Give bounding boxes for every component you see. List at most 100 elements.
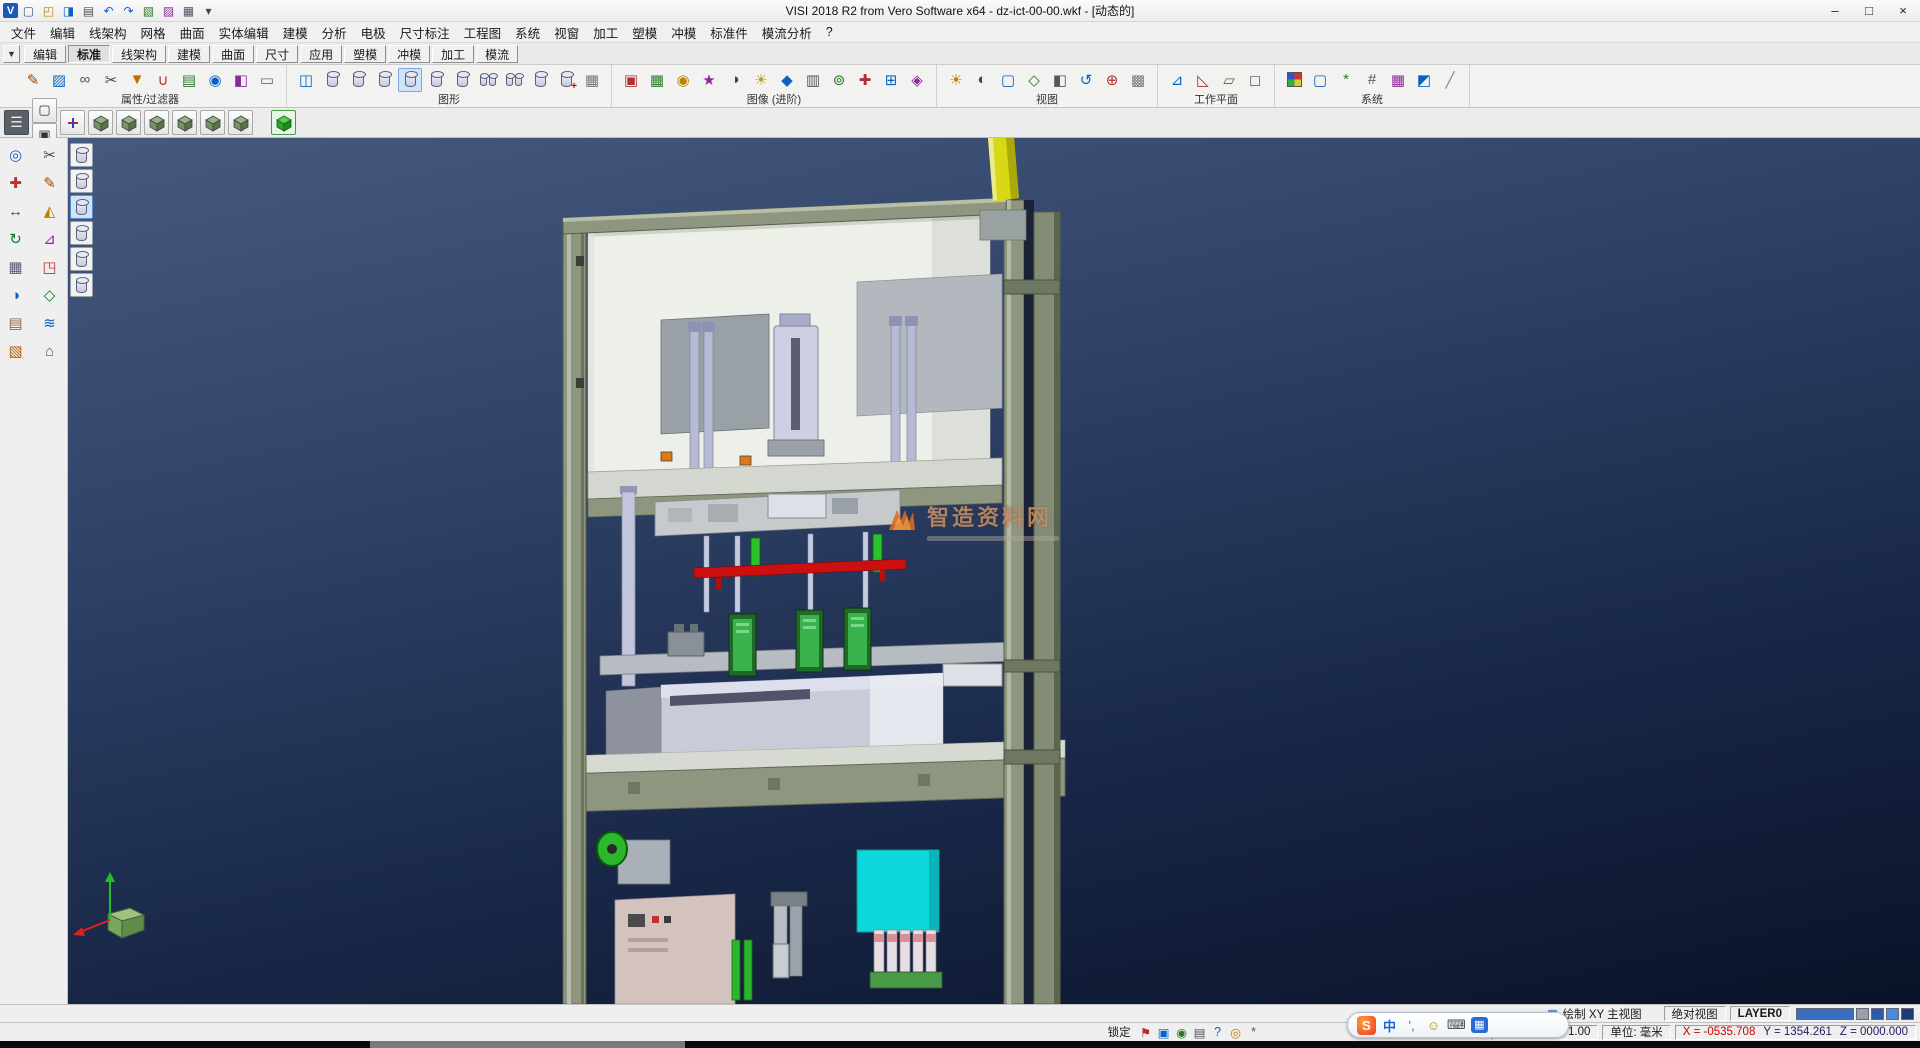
redo-icon[interactable]: ↷ [119,2,138,20]
scissors-icon[interactable]: ✂ [37,143,63,167]
eraser-icon[interactable]: ▭ [255,68,279,92]
display-mode-button-1[interactable] [70,143,93,167]
layer-color-swatch[interactable] [1886,1008,1899,1020]
image-icon[interactable]: ▦ [645,68,669,92]
display-mode-button-4[interactable] [70,221,93,245]
pencil-slant-icon[interactable]: ╱ [1438,68,1462,92]
rotate-view-icon[interactable]: ↺ [1074,68,1098,92]
cylinder-pair-icon[interactable] [476,68,500,92]
color-grid-icon[interactable] [1282,68,1306,92]
layer-color-swatch[interactable] [1856,1008,1869,1020]
rows-icon[interactable]: ▥ [801,68,825,92]
menu-item-5[interactable]: 曲面 [173,21,212,44]
save-file-icon[interactable]: ◨ [59,2,78,20]
cylinder-icon[interactable] [528,68,552,92]
star-icon[interactable]: ★ [697,68,721,92]
ime-toolbar[interactable]: S 中 ’,☺⌨▦ [1347,1012,1569,1038]
view-cube-button-4[interactable] [172,110,197,135]
printer-icon[interactable]: ▤ [1191,1024,1209,1040]
tab-2[interactable]: 标准 [68,45,110,63]
home-icon[interactable]: ⌂ [37,339,63,363]
tab-8[interactable]: 塑模 [344,45,386,63]
cylinder-icon[interactable] [372,68,396,92]
menu-item-15[interactable]: 塑模 [625,21,664,44]
print-icon[interactable]: ▤ [79,2,98,20]
layer-cell[interactable]: LAYER0 [1730,1006,1790,1021]
menu-item-4[interactable]: 网格 [134,21,173,44]
menu-item-17[interactable]: 标准件 [703,21,755,44]
view-cube-button-1[interactable] [88,110,113,135]
tab-3[interactable]: 线架构 [112,45,166,63]
menu-item-14[interactable]: 加工 [586,21,625,44]
image-icon[interactable]: ▣ [1155,1024,1173,1040]
menu-item-7[interactable]: 建模 [276,21,315,44]
maximize-button[interactable]: □ [1852,0,1886,21]
menu-item-2[interactable]: 编辑 [43,21,82,44]
new-view-button[interactable]: ▢ [32,98,57,123]
tab-overflow-button[interactable]: ▼ [3,45,20,63]
view-cube-button-2[interactable] [116,110,141,135]
mesh-icon[interactable]: ▦ [1386,68,1410,92]
brush-icon[interactable]: ▨ [47,68,71,92]
view-cube-button-5[interactable] [200,110,225,135]
contrast-icon[interactable]: ◑ [723,68,747,92]
help-icon[interactable]: ? [1209,1024,1227,1040]
tab-5[interactable]: 曲面 [212,45,254,63]
menu-item-12[interactable]: 系统 [508,21,547,44]
globe-icon[interactable]: ◉ [1173,1024,1191,1040]
iso-view-active-button[interactable] [271,110,296,135]
view-cube-button-6[interactable] [228,110,253,135]
diamond-icon[interactable]: ◇ [37,283,63,307]
zoom-target-icon[interactable]: ⊕ [1100,68,1124,92]
tab-11[interactable]: 模流 [476,45,518,63]
tab-1[interactable]: 编辑 [24,45,66,63]
menu-item-8[interactable]: 分析 [315,21,354,44]
sun-icon[interactable]: ☀ [749,68,773,92]
grid-toggle-icon[interactable]: ▦ [179,2,198,20]
target-icon[interactable]: ⊚ [827,68,851,92]
tab-6[interactable]: 尺寸 [256,45,298,63]
solid-box-icon[interactable]: ◫ [294,68,318,92]
gem-icon[interactable]: ◆ [775,68,799,92]
shade-icon[interactable]: ◐ [970,68,994,92]
view-menu-button[interactable]: ☰ [4,110,29,135]
minimize-button[interactable]: – [1818,0,1852,21]
scissors-icon[interactable]: ✂ [99,68,123,92]
magnet-icon[interactable]: ∪ [151,68,175,92]
toolbox-icon[interactable]: ▦ [1471,1017,1488,1033]
contrast-icon[interactable]: ◑ [3,283,29,307]
hatch-icon[interactable]: ▧ [3,339,29,363]
flag-icon[interactable]: ⚑ [1137,1024,1155,1040]
zoom-icon[interactable]: ◎ [1227,1024,1245,1040]
palette-icon[interactable]: ◧ [229,68,253,92]
diamond-view-icon[interactable]: ◇ [1022,68,1046,92]
menu-item-13[interactable]: 视窗 [547,21,586,44]
menu-item-9[interactable]: 电极 [354,21,393,44]
link-icon[interactable]: ∞ [73,68,97,92]
menu-item-19[interactable]: ? [819,23,840,41]
layers-icon[interactable]: ▤ [177,68,201,92]
display-mode-button-6[interactable] [70,273,93,297]
light-icon[interactable]: ☀ [944,68,968,92]
emoji-icon[interactable]: ☺ [1425,1018,1442,1033]
lock-label[interactable]: 锁定 [1108,1024,1131,1040]
snapshot-icon[interactable]: ▣ [619,68,643,92]
new-file-icon[interactable]: ▢ [19,2,38,20]
cylinder-icon[interactable] [450,68,474,92]
cylinder-icon[interactable] [320,68,344,92]
cone-icon[interactable]: ◭ [37,199,63,223]
plane-angle-icon[interactable]: ◺ [1191,68,1215,92]
qat-more-icon[interactable]: ▾ [199,2,218,20]
rotate-icon[interactable]: ↻ [3,227,29,251]
cylinder-add-icon[interactable]: + [554,68,578,92]
layer-color-swatch[interactable] [1871,1008,1884,1020]
grid-icon[interactable]: ▦ [3,255,29,279]
display-mode-button-3[interactable] [70,195,93,219]
plus-icon[interactable]: ✚ [853,68,877,92]
tab-4[interactable]: 建模 [168,45,210,63]
app-icon[interactable]: V [3,3,18,18]
layer-color-swatch[interactable] [1901,1008,1914,1020]
hash-grid-icon[interactable]: # [1360,68,1384,92]
view-iso-icon[interactable]: ▧ [139,2,158,20]
view-mode-cell[interactable]: 绝对视图 [1664,1006,1726,1021]
